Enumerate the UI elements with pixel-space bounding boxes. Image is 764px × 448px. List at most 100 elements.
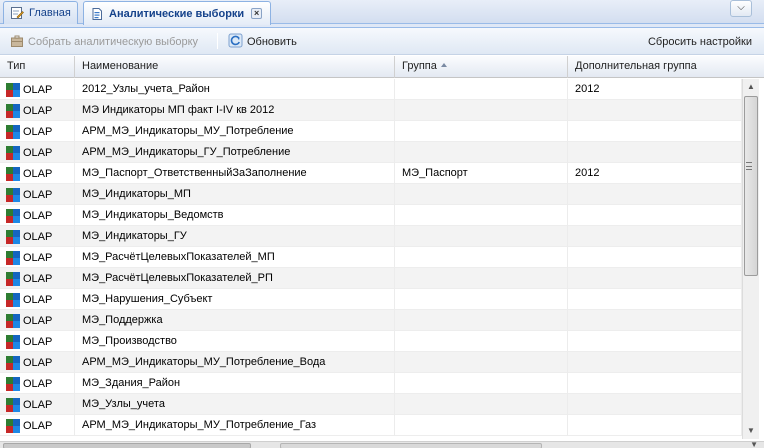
cell-name: МЭ_Индикаторы_МП	[75, 184, 395, 205]
cell-type-label: OLAP	[23, 188, 53, 201]
cell-group	[395, 205, 568, 226]
cell-group	[395, 373, 568, 394]
table-row[interactable]: OLAP МЭ_Узлы_учета	[0, 394, 742, 415]
cell-extra-group	[568, 184, 742, 205]
cell-group	[395, 100, 568, 121]
table-row[interactable]: OLAP МЭ_Паспорт_ОтветственныйЗаЗаполнение…	[0, 163, 742, 184]
column-header-extra-group-label: Дополнительная группа	[575, 60, 697, 72]
cell-type-label: OLAP	[23, 251, 53, 264]
cell-name: АРМ_МЭ_Индикаторы_МУ_Потребление_Вода	[75, 352, 395, 373]
cell-type: OLAP	[0, 100, 75, 121]
cell-extra-group	[568, 268, 742, 289]
reset-settings-label: Сбросить настройки	[647, 36, 752, 48]
table-row[interactable]: OLAP 2012_Узлы_учета_Район 2012	[0, 79, 742, 100]
olap-cube-icon	[6, 418, 20, 433]
analytical-selections-panel: Собрать аналитическую выборку Обновить С…	[0, 27, 764, 448]
cell-extra-group	[568, 373, 742, 394]
table-row[interactable]: OLAP АРМ_МЭ_Индикаторы_МУ_Потребление_Газ	[0, 415, 742, 436]
table-row[interactable]: OLAP МЭ_Здания_Район	[0, 373, 742, 394]
table-row[interactable]: OLAP МЭ_Индикаторы_ГУ	[0, 226, 742, 247]
olap-cube-icon	[6, 103, 20, 118]
cell-type: OLAP	[0, 415, 75, 436]
cell-type: OLAP	[0, 268, 75, 289]
refresh-label: Обновить	[247, 36, 297, 48]
cell-type-label: OLAP	[23, 398, 53, 411]
horizontal-scrollbar[interactable]: ▼	[0, 440, 764, 448]
tab-analytical-selections[interactable]: Аналитические выборки ×	[83, 1, 271, 25]
olap-cube-icon	[6, 376, 20, 391]
vertical-scrollbar[interactable]: ▲ ▼	[742, 79, 759, 439]
cell-name: АРМ_МЭ_Индикаторы_МУ_Потребление_Газ	[75, 415, 395, 436]
cell-type-label: OLAP	[23, 104, 53, 117]
column-header-extra-group[interactable]: Дополнительная группа	[568, 56, 764, 78]
cell-type-label: OLAP	[23, 377, 53, 390]
table-row[interactable]: OLAP МЭ_Индикаторы_МП	[0, 184, 742, 205]
cell-type: OLAP	[0, 142, 75, 163]
table-row[interactable]: OLAP АРМ_МЭ_Индикаторы_ГУ_Потребление	[0, 142, 742, 163]
olap-cube-icon	[6, 271, 20, 286]
cell-extra-group	[568, 121, 742, 142]
cell-type: OLAP	[0, 226, 75, 247]
cell-type-label: OLAP	[23, 146, 53, 159]
cell-name: МЭ_Паспорт_ОтветственныйЗаЗаполнение	[75, 163, 395, 184]
cell-name: МЭ_РасчётЦелевыхПоказателей_МП	[75, 247, 395, 268]
cell-name: МЭ_РасчётЦелевыхПоказателей_РП	[75, 268, 395, 289]
cell-extra-group	[568, 352, 742, 373]
cell-group	[395, 394, 568, 415]
cell-type: OLAP	[0, 373, 75, 394]
cell-type: OLAP	[0, 184, 75, 205]
cell-type: OLAP	[0, 247, 75, 268]
tab-list-menu-button[interactable]: ⌵	[730, 0, 752, 17]
cell-extra-group	[568, 331, 742, 352]
cell-type: OLAP	[0, 163, 75, 184]
sort-ascending-icon	[440, 63, 447, 68]
cell-type: OLAP	[0, 394, 75, 415]
table-row[interactable]: OLAP МЭ_РасчётЦелевыхПоказателей_РП	[0, 268, 742, 289]
cell-extra-group: 2012	[568, 79, 742, 100]
reset-settings-button[interactable]: Сбросить настройки	[644, 31, 756, 53]
column-header-name[interactable]: Наименование	[75, 56, 395, 78]
olap-cube-icon	[6, 355, 20, 370]
scroll-down-icon[interactable]: ▼	[743, 423, 759, 439]
cell-extra-group: 2012	[568, 163, 742, 184]
olap-cube-icon	[6, 166, 20, 181]
table-row[interactable]: OLAP АРМ_МЭ_Индикаторы_МУ_Потребление_Вод…	[0, 352, 742, 373]
edit-page-icon	[10, 6, 24, 20]
table-row[interactable]: OLAP МЭ_РасчётЦелевыхПоказателей_МП	[0, 247, 742, 268]
cell-type: OLAP	[0, 289, 75, 310]
cell-name: АРМ_МЭ_Индикаторы_МУ_Потребление	[75, 121, 395, 142]
scroll-right-icon[interactable]: ▼	[750, 440, 758, 448]
cell-type: OLAP	[0, 79, 75, 100]
olap-cube-icon	[6, 145, 20, 160]
build-selection-button[interactable]: Собрать аналитическую выборку	[6, 31, 202, 53]
olap-cube-icon	[6, 397, 20, 412]
cell-type-label: OLAP	[23, 83, 53, 96]
table-row[interactable]: OLAP МЭ Индикаторы МП факт I-IV кв 2012	[0, 100, 742, 121]
column-header-type[interactable]: Тип	[0, 56, 75, 78]
scrollbar-thumb[interactable]	[744, 96, 758, 276]
grid-header: Тип Наименование Группа Дополнительная г…	[0, 56, 764, 78]
cell-group	[395, 415, 568, 436]
table-row[interactable]: OLAP МЭ_Производство	[0, 331, 742, 352]
column-header-group[interactable]: Группа	[395, 56, 568, 78]
cell-group	[395, 184, 568, 205]
scroll-up-icon[interactable]: ▲	[743, 79, 759, 95]
cell-group: МЭ_Паспорт	[395, 163, 568, 184]
table-row[interactable]: OLAP МЭ_Индикаторы_Ведомств	[0, 205, 742, 226]
cell-name: МЭ_Нарушения_Субъект	[75, 289, 395, 310]
close-icon[interactable]: ×	[251, 8, 263, 19]
table-row[interactable]: OLAP АРМ_МЭ_Индикаторы_МУ_Потребление	[0, 121, 742, 142]
cell-group	[395, 121, 568, 142]
build-selection-label: Собрать аналитическую выборку	[28, 36, 199, 48]
tab-home[interactable]: Главная	[3, 1, 78, 24]
table-row[interactable]: OLAP МЭ_Нарушения_Субъект	[0, 289, 742, 310]
refresh-button[interactable]: Обновить	[224, 31, 301, 53]
horizontal-scrollbar-track-segment	[280, 443, 542, 448]
cell-name: 2012_Узлы_учета_Район	[75, 79, 395, 100]
cell-group	[395, 268, 568, 289]
cell-group	[395, 247, 568, 268]
cell-group	[395, 310, 568, 331]
cell-extra-group	[568, 415, 742, 436]
horizontal-scrollbar-thumb[interactable]	[3, 443, 251, 448]
table-row[interactable]: OLAP МЭ_Поддержка	[0, 310, 742, 331]
